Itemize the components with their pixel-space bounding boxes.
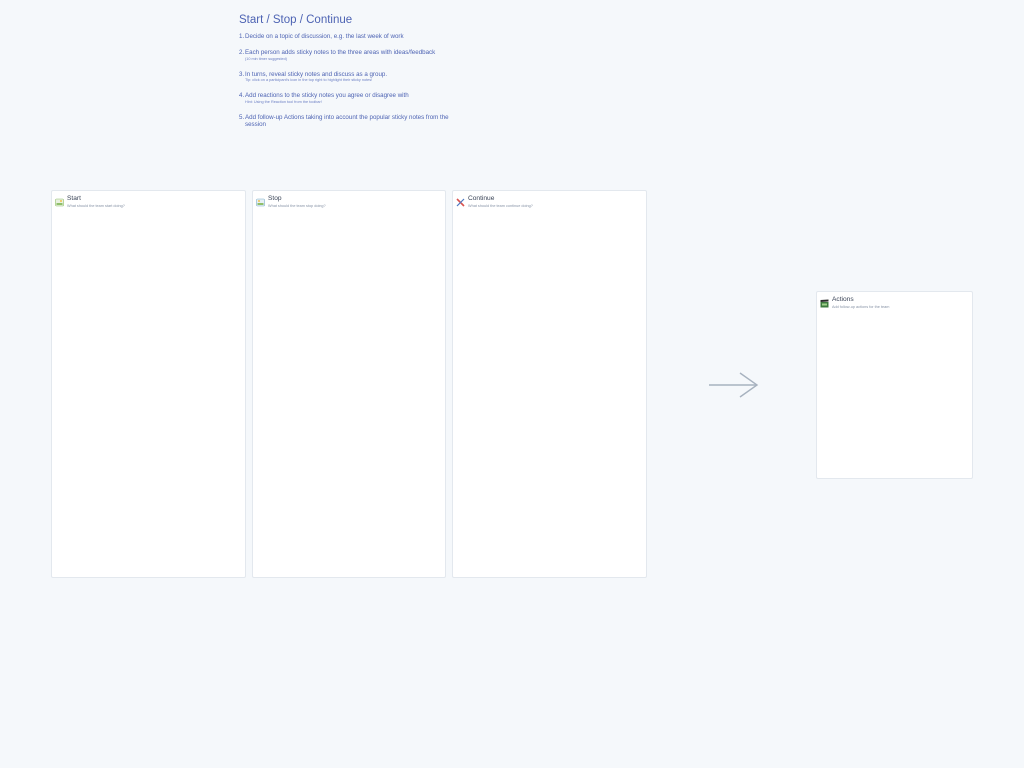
continue-tools-icon [456, 194, 465, 207]
column-title: Start [67, 195, 81, 202]
step-text: In turns, reveal sticky notes and discus… [245, 70, 388, 78]
column-subtitle: What should the team continue doing? [468, 204, 533, 208]
whiteboard-canvas[interactable]: Start / Stop / Continue 1. Decide on a t… [0, 0, 1024, 768]
step-text: Decide on a topic of discussion, e.g. th… [245, 33, 404, 40]
instructions-panel: Start / Stop / Continue 1. Decide on a t… [239, 14, 454, 137]
stop-sign-icon [256, 194, 265, 207]
step-text: Add reactions to the sticky notes you ag… [245, 92, 409, 100]
step-text: Each person adds sticky notes to the thr… [245, 49, 436, 57]
column-subtitle: Add follow-up actions for the team [832, 305, 890, 309]
start-flag-icon [55, 194, 64, 207]
stop-column[interactable]: Stop What should the team stop doing? [252, 190, 446, 578]
column-title: Continue [468, 195, 495, 202]
start-column[interactable]: Start What should the team start doing? [51, 190, 246, 578]
step-note: Tip: click on a participant's icon in th… [245, 78, 373, 83]
instruction-step: 5. Add follow-up Actions taking into acc… [239, 114, 454, 129]
step-note: Hint: Using the Reaction tool from the t… [245, 99, 322, 104]
actions-clapper-icon [820, 295, 829, 308]
column-title: Actions [832, 296, 854, 303]
instruction-step: 2. Each person adds sticky notes to the … [239, 49, 454, 61]
arrow-right-icon [709, 372, 759, 398]
step-text: Add follow-up Actions taking into accoun… [245, 113, 449, 129]
column-title: Stop [268, 195, 282, 202]
continue-column[interactable]: Continue What should the team continue d… [452, 190, 647, 578]
instruction-step: 4. Add reactions to the sticky notes you… [239, 92, 454, 104]
column-subtitle: What should the team start doing? [67, 204, 125, 208]
step-note: (10 min timer suggested) [245, 56, 287, 61]
column-subtitle: What should the team stop doing? [268, 204, 326, 208]
instruction-step: 1. Decide on a topic of discussion, e.g.… [239, 33, 454, 40]
instruction-step: 3. In turns, reveal sticky notes and dis… [239, 71, 454, 83]
actions-column[interactable]: Actions Add follow-up actions for the te… [816, 291, 973, 479]
board-title: Start / Stop / Continue [239, 14, 353, 26]
